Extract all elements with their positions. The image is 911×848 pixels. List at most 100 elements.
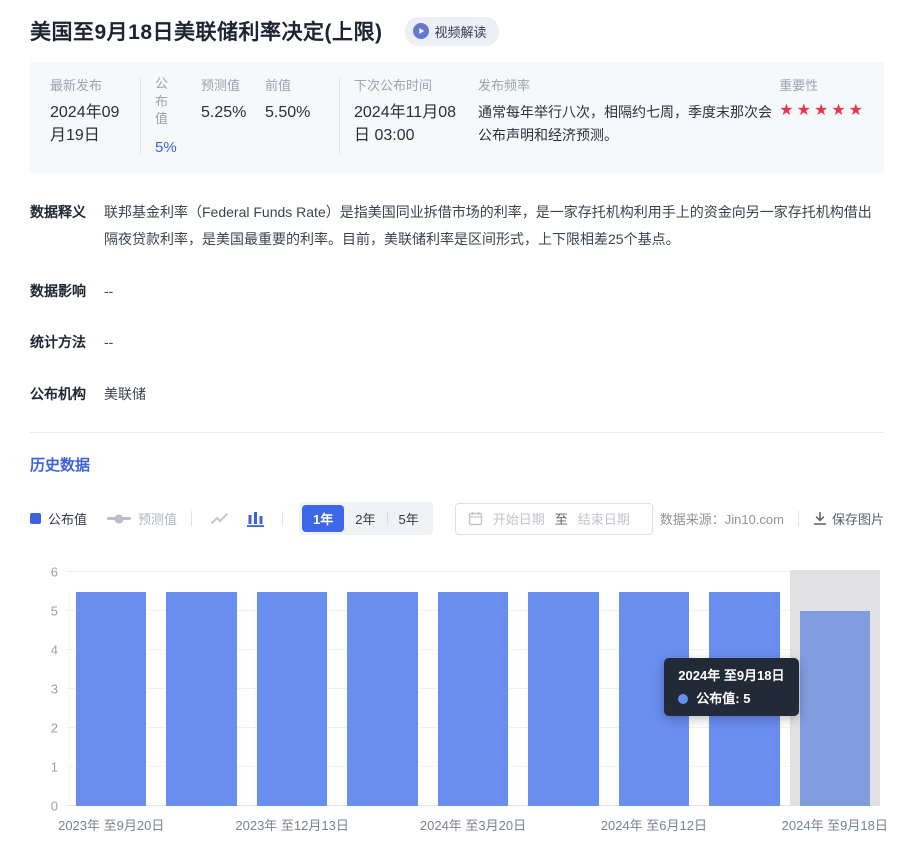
forecast-label: 预测值 [201,75,265,94]
toolbar-divider [191,511,192,526]
x-axis-tick: 2024年 至6月12日 [601,815,707,834]
range-button-1y[interactable]: 1年 [302,505,344,532]
bar[interactable] [166,592,237,807]
play-icon [413,23,429,39]
next-release-label: 下次公布时间 [354,75,478,94]
calendar-icon [468,511,483,526]
end-date-input[interactable]: 结束日期 [578,509,630,528]
bar[interactable] [528,592,599,807]
definition-value: -- [104,329,113,356]
y-axis-tick: 4 [34,643,58,658]
y-axis-tick: 5 [34,604,58,619]
next-release-value: 2024年11月08日 03:00 [354,101,464,147]
y-axis-tick: 1 [34,760,58,775]
y-axis-tick: 2 [34,721,58,736]
published-label: 公布值 [155,75,170,128]
definition-label: 数据释义 [30,199,104,252]
x-axis-tick: 2023年 至12月13日 [235,815,348,834]
date-separator: 至 [555,509,568,528]
stats-bar: 最新发布 2024年09月19日 公布值 5% 预测值 5.25% 前值 5.5… [30,62,884,173]
stats-divider [140,78,141,155]
definition-row: 统计方法 -- [30,329,884,356]
x-axis-tick: 2024年 至3月20日 [420,815,526,834]
y-axis-tick: 0 [34,799,58,814]
forecast-value: 5.25% [201,101,265,124]
stat-previous: 前值 5.50% [265,75,339,158]
toolbar-right: 数据来源：Jin10.com 保存图片 [660,509,884,528]
definition-value: -- [104,278,113,305]
stats-divider [339,78,340,155]
legend-forecast-label: 预测值 [138,509,177,528]
bar[interactable] [347,592,418,807]
tooltip-title: 2024年 至9月18日 [678,669,784,682]
previous-label: 前值 [265,75,339,94]
frequency-value: 通常每年举行八次，相隔约七周，季度末那次会公布声明和经济预测。 [478,101,778,147]
range-button-5y[interactable]: 5年 [388,505,430,532]
definitions-section: 数据释义 联邦基金利率（Federal Funds Rate）是指美国同业拆借市… [30,199,884,407]
bar-chart-button[interactable] [243,510,268,527]
y-axis-tick: 3 [34,682,58,697]
previous-value: 5.50% [265,101,339,124]
legend-forecast[interactable]: 预测值 [107,509,177,528]
legend-published[interactable]: 公布值 [30,509,87,528]
tooltip-row: 公布值: 5 [678,692,784,705]
page-root: 美国至9月18日美联储利率决定(上限) 视频解读 最新发布 2024年09月19… [0,0,911,848]
toolbar-divider [282,511,283,526]
chart-plot: 2024年 至9月18日 公布值: 5 01234562023年 至9月20日2… [66,572,880,806]
definition-row: 公布机构 美联储 [30,381,884,408]
title-row: 美国至9月18日美联储利率决定(上限) 视频解读 [30,16,884,46]
save-image-label: 保存图片 [832,509,884,528]
bar[interactable] [438,592,509,807]
bar[interactable] [257,592,328,807]
stat-importance: 重要性 ★★★★★ [779,75,874,158]
history-section-title: 历史数据 [30,454,884,475]
stat-next-release: 下次公布时间 2024年11月08日 03:00 [354,75,478,158]
start-date-input[interactable]: 开始日期 [493,509,545,528]
latest-release-value: 2024年09月19日 [50,101,134,147]
tooltip-value: 公布值: 5 [696,692,750,705]
stat-frequency: 发布频率 通常每年举行八次，相隔约七周，季度末那次会公布声明和经济预测。 [478,75,778,158]
chart-tooltip: 2024年 至9月18日 公布值: 5 [664,658,798,716]
importance-label: 重要性 [779,75,866,94]
frequency-label: 发布频率 [478,75,778,94]
range-button-2y[interactable]: 2年 [344,505,386,532]
video-badge-label: 视频解读 [435,22,487,41]
data-source-label: 数据来源：Jin10.com [660,509,784,528]
published-value: 5% [155,137,201,159]
y-axis-tick: 6 [34,565,58,580]
legend-published-label: 公布值 [48,509,87,528]
line-chart-icon [210,510,229,527]
definition-label: 数据影响 [30,278,104,305]
definition-row: 数据释义 联邦基金利率（Federal Funds Rate）是指美国同业拆借市… [30,199,884,252]
gridline [66,571,880,572]
line-chart-button[interactable] [206,510,233,527]
history-chart: 2024年 至9月18日 公布值: 5 01234562023年 至9月20日2… [30,572,884,838]
definition-value: 联邦基金利率（Federal Funds Rate）是指美国同业拆借市场的利率，… [104,199,884,252]
stat-latest-release: 最新发布 2024年09月19日 [40,75,140,158]
definition-label: 公布机构 [30,381,104,408]
save-image-button[interactable]: 保存图片 [813,509,884,528]
tooltip-series-dot-icon [678,694,688,704]
definition-label: 统计方法 [30,329,104,356]
range-group: 1年 2年 5年 [299,502,433,535]
page-title: 美国至9月18日美联储利率决定(上限) [30,16,383,46]
bar[interactable] [800,611,871,806]
date-range-picker[interactable]: 开始日期 至 结束日期 [455,503,653,535]
download-icon [813,511,827,526]
definition-row: 数据影响 -- [30,278,884,305]
stat-forecast: 预测值 5.25% [201,75,265,158]
toolbar-divider [798,511,799,526]
bar[interactable] [76,592,147,807]
x-axis-tick: 2024年 至9月18日 [782,815,888,834]
definition-value: 美联储 [104,381,146,408]
video-explain-button[interactable]: 视频解读 [405,17,499,46]
stat-published: 公布值 5% [155,75,201,158]
forecast-marker-icon [107,517,131,520]
section-divider [30,432,884,433]
latest-release-label: 最新发布 [50,75,140,94]
chart-toolbar: 公布值 预测值 1年 2年 5年 [30,502,884,535]
bar-chart-icon [247,510,264,527]
importance-stars: ★★★★★ [779,101,866,120]
x-axis-tick: 2023年 至9月20日 [58,815,164,834]
published-swatch-icon [30,513,41,524]
